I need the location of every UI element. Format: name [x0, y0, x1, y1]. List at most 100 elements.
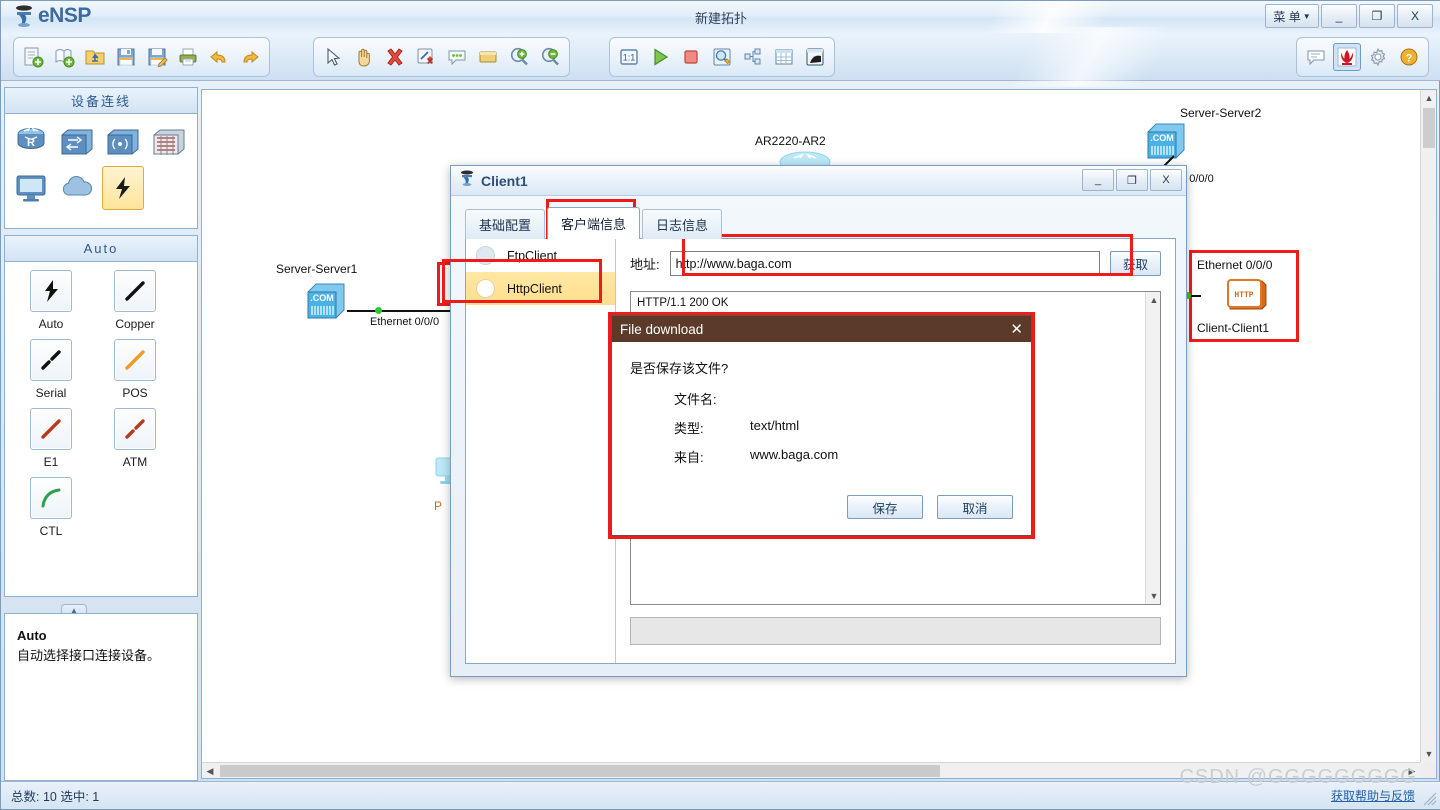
file-download-source-key: 来自:: [674, 450, 704, 465]
resize-grip-icon[interactable]: [1423, 792, 1437, 806]
file-download-dialog: File download ✕ 是否保存该文件? 文件名: 类型: text/h…: [611, 315, 1032, 536]
e1-icon: [30, 408, 72, 450]
maximize-button[interactable]: ❐: [1359, 4, 1395, 28]
zoom-reset-icon[interactable]: 1:1: [615, 43, 643, 71]
save-icon[interactable]: [112, 43, 140, 71]
comment-icon[interactable]: [443, 43, 471, 71]
cli-icon[interactable]: [801, 43, 829, 71]
client1-close-button[interactable]: X: [1150, 169, 1182, 191]
status-bar-text: 总数: 10 选中: 1: [11, 790, 100, 804]
serial-icon: [30, 339, 72, 381]
file-download-type-key: 类型:: [674, 421, 704, 436]
zoom-in-icon[interactable]: [505, 43, 533, 71]
link-server1-to-canvas[interactable]: [347, 310, 452, 312]
redo-icon[interactable]: [236, 43, 264, 71]
application-status-bar: 总数: 10 选中: 1 获取帮助与反馈: [1, 781, 1440, 809]
connection-e1[interactable]: E1: [9, 408, 93, 469]
response-scroll-down-icon[interactable]: ▼: [1146, 588, 1160, 604]
client-client1-port-label: Ethernet 0/0/0: [1197, 258, 1273, 272]
security-device[interactable]: [148, 120, 190, 164]
undo-icon[interactable]: [205, 43, 233, 71]
svg-text:HTTP: HTTP: [1234, 291, 1253, 300]
connection-ctl[interactable]: CTL: [9, 477, 93, 538]
horizontal-scroll-thumb[interactable]: [220, 765, 940, 777]
print-icon[interactable]: [174, 43, 202, 71]
client1-maximize-button[interactable]: ❐: [1116, 169, 1148, 191]
rectangle-icon[interactable]: [474, 43, 502, 71]
file-download-type-row: 类型: text/html: [630, 418, 1013, 437]
client1-tab-bar: 基础配置 客户端信息 日志信息: [465, 207, 1176, 239]
settings-gear-icon[interactable]: [1364, 43, 1392, 71]
stop-all-icon[interactable]: [677, 43, 705, 71]
canvas-horizontal-scrollbar[interactable]: ◀ ▶: [202, 762, 1420, 778]
canvas-vertical-scrollbar[interactable]: ▲ ▼: [1420, 90, 1436, 762]
client-client1-label: Client-Client1: [1197, 321, 1270, 335]
connection-serial-label: Serial: [35, 386, 67, 400]
start-all-icon[interactable]: [646, 43, 674, 71]
cloud-device[interactable]: [56, 166, 98, 210]
huawei-logo-icon[interactable]: [1333, 43, 1361, 71]
save-as-icon[interactable]: [143, 43, 171, 71]
vertical-scroll-thumb[interactable]: [1423, 108, 1435, 148]
response-scroll-up-icon[interactable]: ▲: [1146, 292, 1160, 308]
scroll-down-icon[interactable]: ▼: [1421, 746, 1437, 762]
chevron-down-icon: ▼: [1302, 11, 1311, 21]
connection-copper[interactable]: Copper: [93, 270, 177, 331]
tab-basic-config[interactable]: 基础配置: [465, 209, 546, 239]
connection-device[interactable]: [102, 166, 144, 210]
svg-text:.COM: .COM: [1150, 133, 1174, 143]
grid-icon[interactable]: [770, 43, 798, 71]
scroll-left-icon[interactable]: ◀: [202, 763, 218, 779]
file-download-question: 是否保存该文件?: [630, 361, 729, 376]
scroll-up-icon[interactable]: ▲: [1421, 90, 1437, 106]
tab-client-info[interactable]: 客户端信息: [547, 207, 641, 239]
tab-log-info[interactable]: 日志信息: [642, 209, 723, 239]
toolbar-group-run: 1:1: [609, 37, 835, 77]
router-device[interactable]: R: [10, 120, 52, 164]
svg-text:R: R: [27, 137, 35, 149]
new-topology-icon[interactable]: [19, 43, 47, 71]
new-device-icon[interactable]: [50, 43, 78, 71]
help-icon[interactable]: ?: [1395, 43, 1423, 71]
server-server1[interactable]: Server-Server1 .COM: [276, 262, 357, 327]
connection-panel-title: Auto: [4, 235, 198, 261]
delete-link-icon[interactable]: [412, 43, 440, 71]
help-feedback-link[interactable]: 获取帮助与反馈: [1331, 787, 1415, 804]
topology-tree-icon[interactable]: [739, 43, 767, 71]
file-download-close-icon[interactable]: ✕: [1010, 322, 1023, 337]
file-download-cancel-button[interactable]: 取消: [937, 495, 1013, 519]
file-download-save-button[interactable]: 保存: [847, 495, 923, 519]
connection-pos[interactable]: POS: [93, 339, 177, 400]
switch-device[interactable]: [56, 120, 98, 164]
capture-icon[interactable]: [708, 43, 736, 71]
chat-icon[interactable]: [1302, 43, 1330, 71]
connection-atm[interactable]: ATM: [93, 408, 177, 469]
minimize-button[interactable]: _: [1321, 4, 1357, 28]
menu-button[interactable]: 菜 单 ▼: [1265, 4, 1319, 28]
server-server1-label: Server-Server1: [276, 262, 358, 276]
client1-minimize-button[interactable]: _: [1082, 169, 1114, 191]
client1-title-bar: Client1 _ ❐ X: [451, 166, 1186, 196]
server-server2[interactable]: Server-Server2: [1180, 106, 1261, 120]
client-client1[interactable]: Ethernet 0/0/0 HTTP Client-Client1: [1197, 258, 1272, 335]
file-download-actions: 保存 取消: [847, 495, 1013, 519]
terminal-device[interactable]: [10, 166, 52, 210]
open-folder-icon[interactable]: [81, 43, 109, 71]
connection-pos-label: POS: [122, 386, 148, 400]
zoom-out-icon[interactable]: [536, 43, 564, 71]
file-download-source-value: www.baga.com: [750, 447, 839, 462]
response-vertical-scrollbar[interactable]: ▲ ▼: [1145, 292, 1160, 604]
close-button[interactable]: X: [1397, 4, 1433, 28]
tab-log-info-label: 日志信息: [656, 218, 709, 233]
delete-icon[interactable]: [381, 43, 409, 71]
pointer-icon[interactable]: [319, 43, 347, 71]
connection-info-box: Auto 自动选择接口连接设备。: [4, 613, 198, 781]
scroll-right-icon[interactable]: ▶: [1404, 763, 1420, 779]
client1-window-icon: [459, 169, 475, 192]
client-client1-icon: HTTP: [1222, 275, 1272, 318]
hand-icon[interactable]: [350, 43, 378, 71]
toolbar-group-edit: [313, 37, 570, 77]
connection-serial[interactable]: Serial: [9, 339, 93, 400]
wlan-device[interactable]: [102, 120, 144, 164]
connection-auto[interactable]: Auto: [9, 270, 93, 331]
